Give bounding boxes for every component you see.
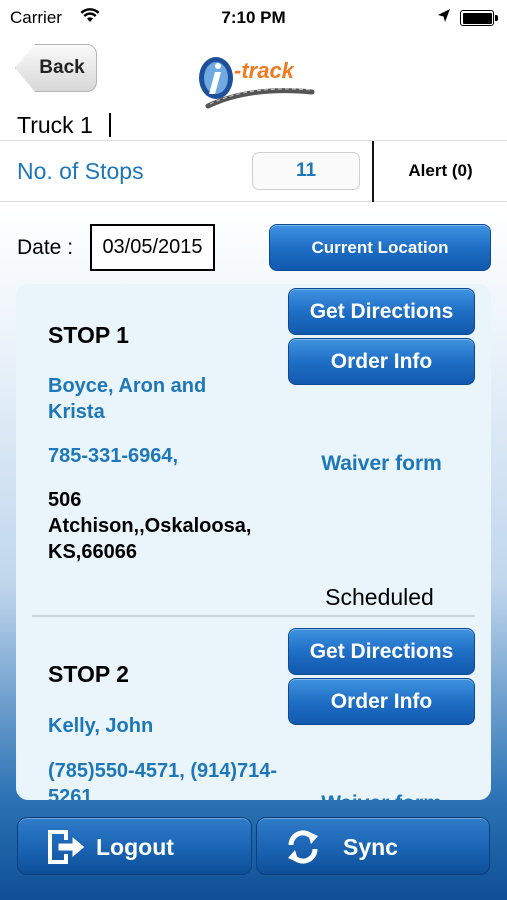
phone-link[interactable]: 785-331-6964, — [48, 443, 278, 469]
location-arrow-icon — [438, 9, 450, 22]
sync-label: Sync — [343, 834, 398, 860]
sync-icon — [288, 830, 318, 864]
back-button-label: Back — [39, 57, 85, 78]
phone-link[interactable]: (785)550-4571, (914)714-5261 — [48, 758, 278, 800]
current-location-button[interactable]: Current Location — [269, 224, 491, 271]
alert-button[interactable]: Alert (0) — [374, 161, 507, 181]
stops-count-label: No. of Stops — [17, 158, 144, 184]
stop-status: Scheduled — [325, 584, 434, 610]
battery-icon — [460, 10, 498, 26]
get-directions-button[interactable]: Get Directions — [288, 288, 475, 335]
stop-title: STOP 2 — [48, 661, 129, 687]
stops-count-button[interactable]: 11 — [252, 152, 360, 190]
stops-summary-row: No. of Stops 11 Alert (0) — [0, 140, 507, 203]
order-info-button[interactable]: Order Info — [288, 338, 475, 385]
customer-name-link[interactable]: Kelly, John — [48, 713, 268, 739]
text-cursor — [109, 113, 111, 137]
stop-separator — [32, 615, 475, 617]
order-info-button[interactable]: Order Info — [288, 678, 475, 725]
back-button[interactable]: Back — [15, 44, 97, 92]
stop-title: STOP 1 — [48, 322, 129, 348]
clock: 7:10 PM — [221, 8, 286, 27]
date-label: Date : — [17, 236, 74, 259]
get-directions-button[interactable]: Get Directions — [288, 628, 475, 675]
stops-count-value: 11 — [295, 160, 317, 181]
waiver-form-link[interactable]: Waiver form — [288, 792, 475, 800]
sync-button[interactable]: Sync — [256, 817, 490, 875]
stops-list[interactable]: STOP 1 Get Directions Order Info Boyce, … — [16, 284, 491, 800]
logout-button[interactable]: Logout — [17, 817, 252, 875]
truck-title: Truck 1 — [17, 112, 93, 138]
logout-label: Logout — [96, 834, 174, 860]
logo-text: -track — [234, 58, 296, 83]
date-field[interactable]: 03/05/2015 — [90, 224, 215, 271]
stop-address: 506 Atchison,,Oskaloosa, KS,66066 — [48, 489, 252, 563]
logout-icon — [48, 830, 86, 864]
i-track-logo: -track — [199, 57, 315, 109]
waiver-form-link[interactable]: Waiver form — [288, 452, 475, 476]
customer-name-link[interactable]: Boyce, Aron and Krista — [48, 373, 268, 425]
status-bar: Carrier 7:10 PM — [0, 0, 507, 36]
